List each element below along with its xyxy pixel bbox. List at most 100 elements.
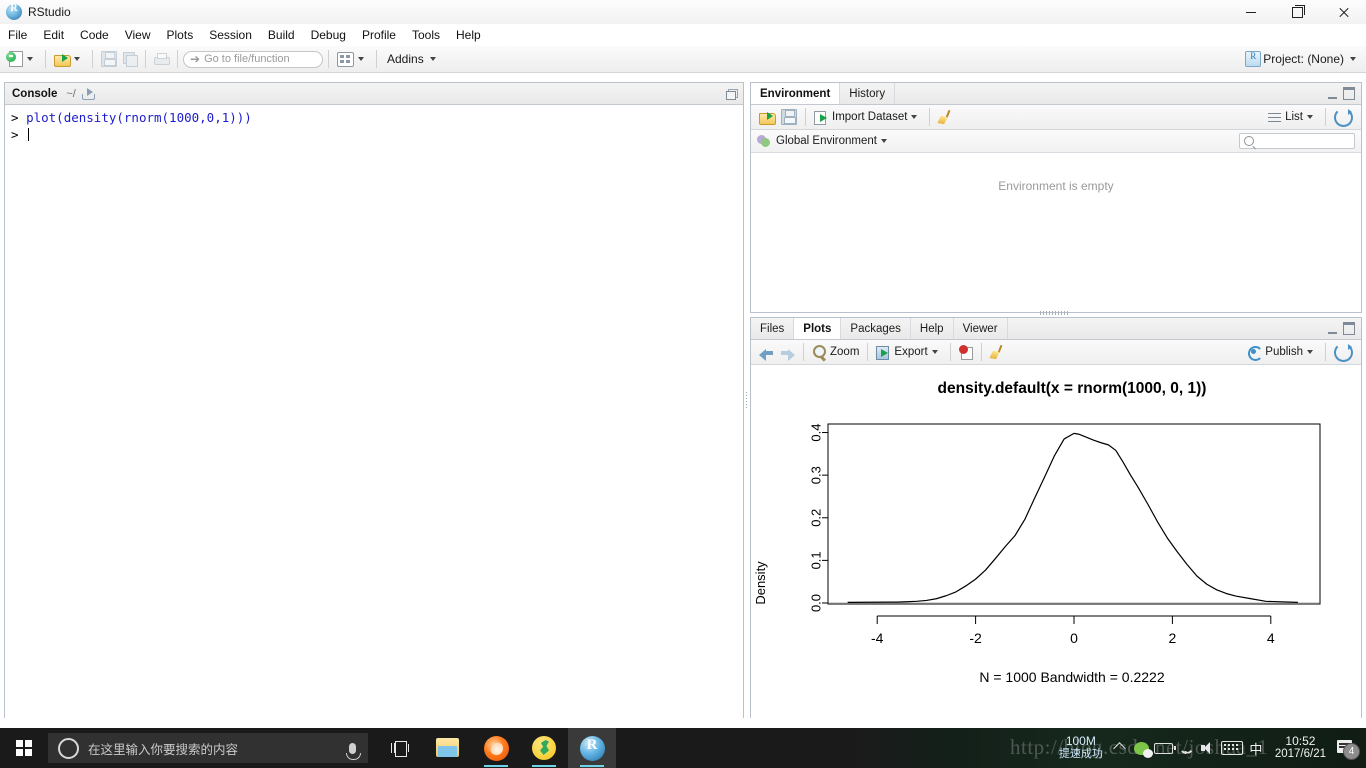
import-dataset-label: Import Dataset (832, 111, 908, 123)
task-view-button[interactable] (376, 728, 424, 768)
microphone-icon[interactable] (346, 742, 361, 760)
task-view-icon (391, 741, 409, 757)
save-all-button[interactable] (120, 48, 140, 70)
menu-session[interactable]: Session (201, 24, 260, 46)
menu-debug[interactable]: Debug (303, 24, 354, 46)
plot-canvas[interactable]: density.default(x = rnorm(1000, 0, 1)) D… (751, 365, 1361, 718)
svg-text:0: 0 (1070, 630, 1078, 646)
print-button[interactable] (151, 48, 172, 70)
environment-search-input[interactable] (1239, 133, 1355, 149)
wifi-icon (1178, 743, 1193, 754)
toolbar-divider (949, 343, 951, 361)
tab-environment[interactable]: Environment (751, 83, 841, 104)
clear-all-plots-button[interactable] (987, 341, 1007, 363)
svg-text:-2: -2 (969, 630, 982, 646)
console-output[interactable]: > plot(density(rnorm(1000,0,1))) > (5, 105, 743, 718)
density-plot: density.default(x = rnorm(1000, 0, 1)) D… (751, 365, 1361, 718)
volume-tray-icon[interactable] (1197, 736, 1219, 760)
taskbar-apps (376, 728, 616, 768)
environment-minimize-button[interactable] (1328, 89, 1337, 99)
goto-file-function-input[interactable]: ➔ Go to file/function (183, 50, 323, 68)
save-workspace-button[interactable] (778, 106, 800, 128)
toolbar-divider (867, 343, 869, 361)
menu-code[interactable]: Code (72, 24, 117, 46)
refresh-icon (1334, 107, 1353, 127)
tab-files[interactable]: Files (751, 318, 795, 339)
keyboard-tray-icon[interactable] (1219, 736, 1245, 760)
console-working-dir[interactable]: ~/ (66, 83, 75, 104)
environment-empty-message: Environment is empty (998, 179, 1114, 193)
addins-button[interactable]: Addins (382, 48, 443, 70)
chevron-down-icon[interactable] (881, 139, 887, 143)
minimize-button[interactable] (1228, 0, 1274, 24)
menu-help[interactable]: Help (448, 24, 489, 46)
wechat-tray-icon[interactable] (1131, 736, 1154, 760)
chevron-down-icon (1307, 115, 1313, 119)
clock-date: 2017/6/21 (1274, 748, 1326, 760)
vertical-splitter[interactable] (744, 392, 749, 408)
close-button[interactable] (1320, 0, 1366, 24)
save-button[interactable] (98, 48, 120, 70)
chevron-down-icon (911, 115, 918, 119)
console-open-dir-button[interactable] (81, 83, 96, 104)
tab-viewer[interactable]: Viewer (954, 318, 1008, 339)
menu-view[interactable]: View (117, 24, 159, 46)
import-dataset-icon (814, 110, 829, 125)
zoom-plot-button[interactable]: Zoom (809, 341, 862, 363)
menu-edit[interactable]: Edit (35, 24, 72, 46)
environment-refresh-button[interactable] (1331, 106, 1356, 128)
network-tray-icon[interactable] (1175, 736, 1197, 760)
remove-plot-button[interactable] (956, 341, 976, 363)
workspace-panes-button[interactable] (334, 48, 371, 70)
menu-build[interactable]: Build (260, 24, 303, 46)
tab-plots[interactable]: Plots (794, 318, 842, 339)
new-file-button[interactable] (4, 48, 40, 70)
menu-profile[interactable]: Profile (354, 24, 404, 46)
import-dataset-button[interactable]: Import Dataset (811, 106, 924, 128)
cortana-icon (58, 737, 79, 759)
next-plot-button[interactable] (777, 341, 798, 363)
open-file-button[interactable] (51, 48, 87, 70)
start-button[interactable] (0, 728, 48, 768)
console-prompt: > (11, 127, 27, 142)
svg-text:2: 2 (1169, 630, 1177, 646)
load-workspace-button[interactable] (756, 106, 778, 128)
menu-file[interactable]: File (0, 24, 35, 46)
action-center-button[interactable]: 4 (1334, 736, 1360, 760)
console-pane: Console ~/ > plot(density(rnorm(1000,0,1… (4, 82, 744, 718)
taskbar-search-input[interactable]: 在这里输入你要搜索的内容 (48, 733, 368, 763)
project-selector[interactable]: Project: (None) (1245, 51, 1366, 67)
open-folder-icon (759, 111, 776, 125)
environment-toolbar-right: List (1265, 106, 1361, 128)
panes-layout-icon (337, 51, 354, 67)
plots-maximize-button[interactable] (1343, 322, 1355, 335)
taskbar-rstudio[interactable] (568, 728, 616, 768)
export-plot-button[interactable]: Export (873, 341, 944, 363)
environment-maximize-button[interactable] (1343, 87, 1355, 100)
tab-packages[interactable]: Packages (841, 318, 911, 339)
network-speed-widget[interactable]: 100M 提速成功 (1059, 735, 1103, 761)
ime-indicator[interactable]: 中 (1245, 736, 1267, 760)
show-hidden-icons-button[interactable] (1109, 736, 1131, 760)
global-environment-label[interactable]: Global Environment (776, 135, 877, 147)
taskbar-file-explorer[interactable] (424, 728, 472, 768)
clock[interactable]: 10:52 2017/6/21 (1275, 735, 1326, 761)
menu-tools[interactable]: Tools (404, 24, 448, 46)
horizontal-splitter[interactable] (1040, 311, 1068, 315)
open-folder-icon (54, 53, 71, 67)
maximize-button[interactable] (1274, 0, 1320, 24)
tab-help[interactable]: Help (911, 318, 954, 339)
menu-plots[interactable]: Plots (159, 24, 202, 46)
plots-minimize-button[interactable] (1328, 324, 1337, 334)
taskbar-firefox[interactable] (472, 728, 520, 768)
svg-text:0.1: 0.1 (809, 551, 824, 569)
publish-button[interactable]: Publish (1244, 341, 1320, 363)
previous-plot-button[interactable] (756, 341, 777, 363)
battery-tray-icon[interactable] (1153, 736, 1177, 760)
view-mode-button[interactable]: List (1265, 106, 1320, 128)
plots-refresh-button[interactable] (1331, 341, 1356, 363)
tab-history[interactable]: History (840, 83, 896, 104)
taskbar-music-player[interactable] (520, 728, 568, 768)
clear-objects-button[interactable] (935, 106, 955, 128)
console-maximize-button[interactable] (726, 89, 738, 100)
